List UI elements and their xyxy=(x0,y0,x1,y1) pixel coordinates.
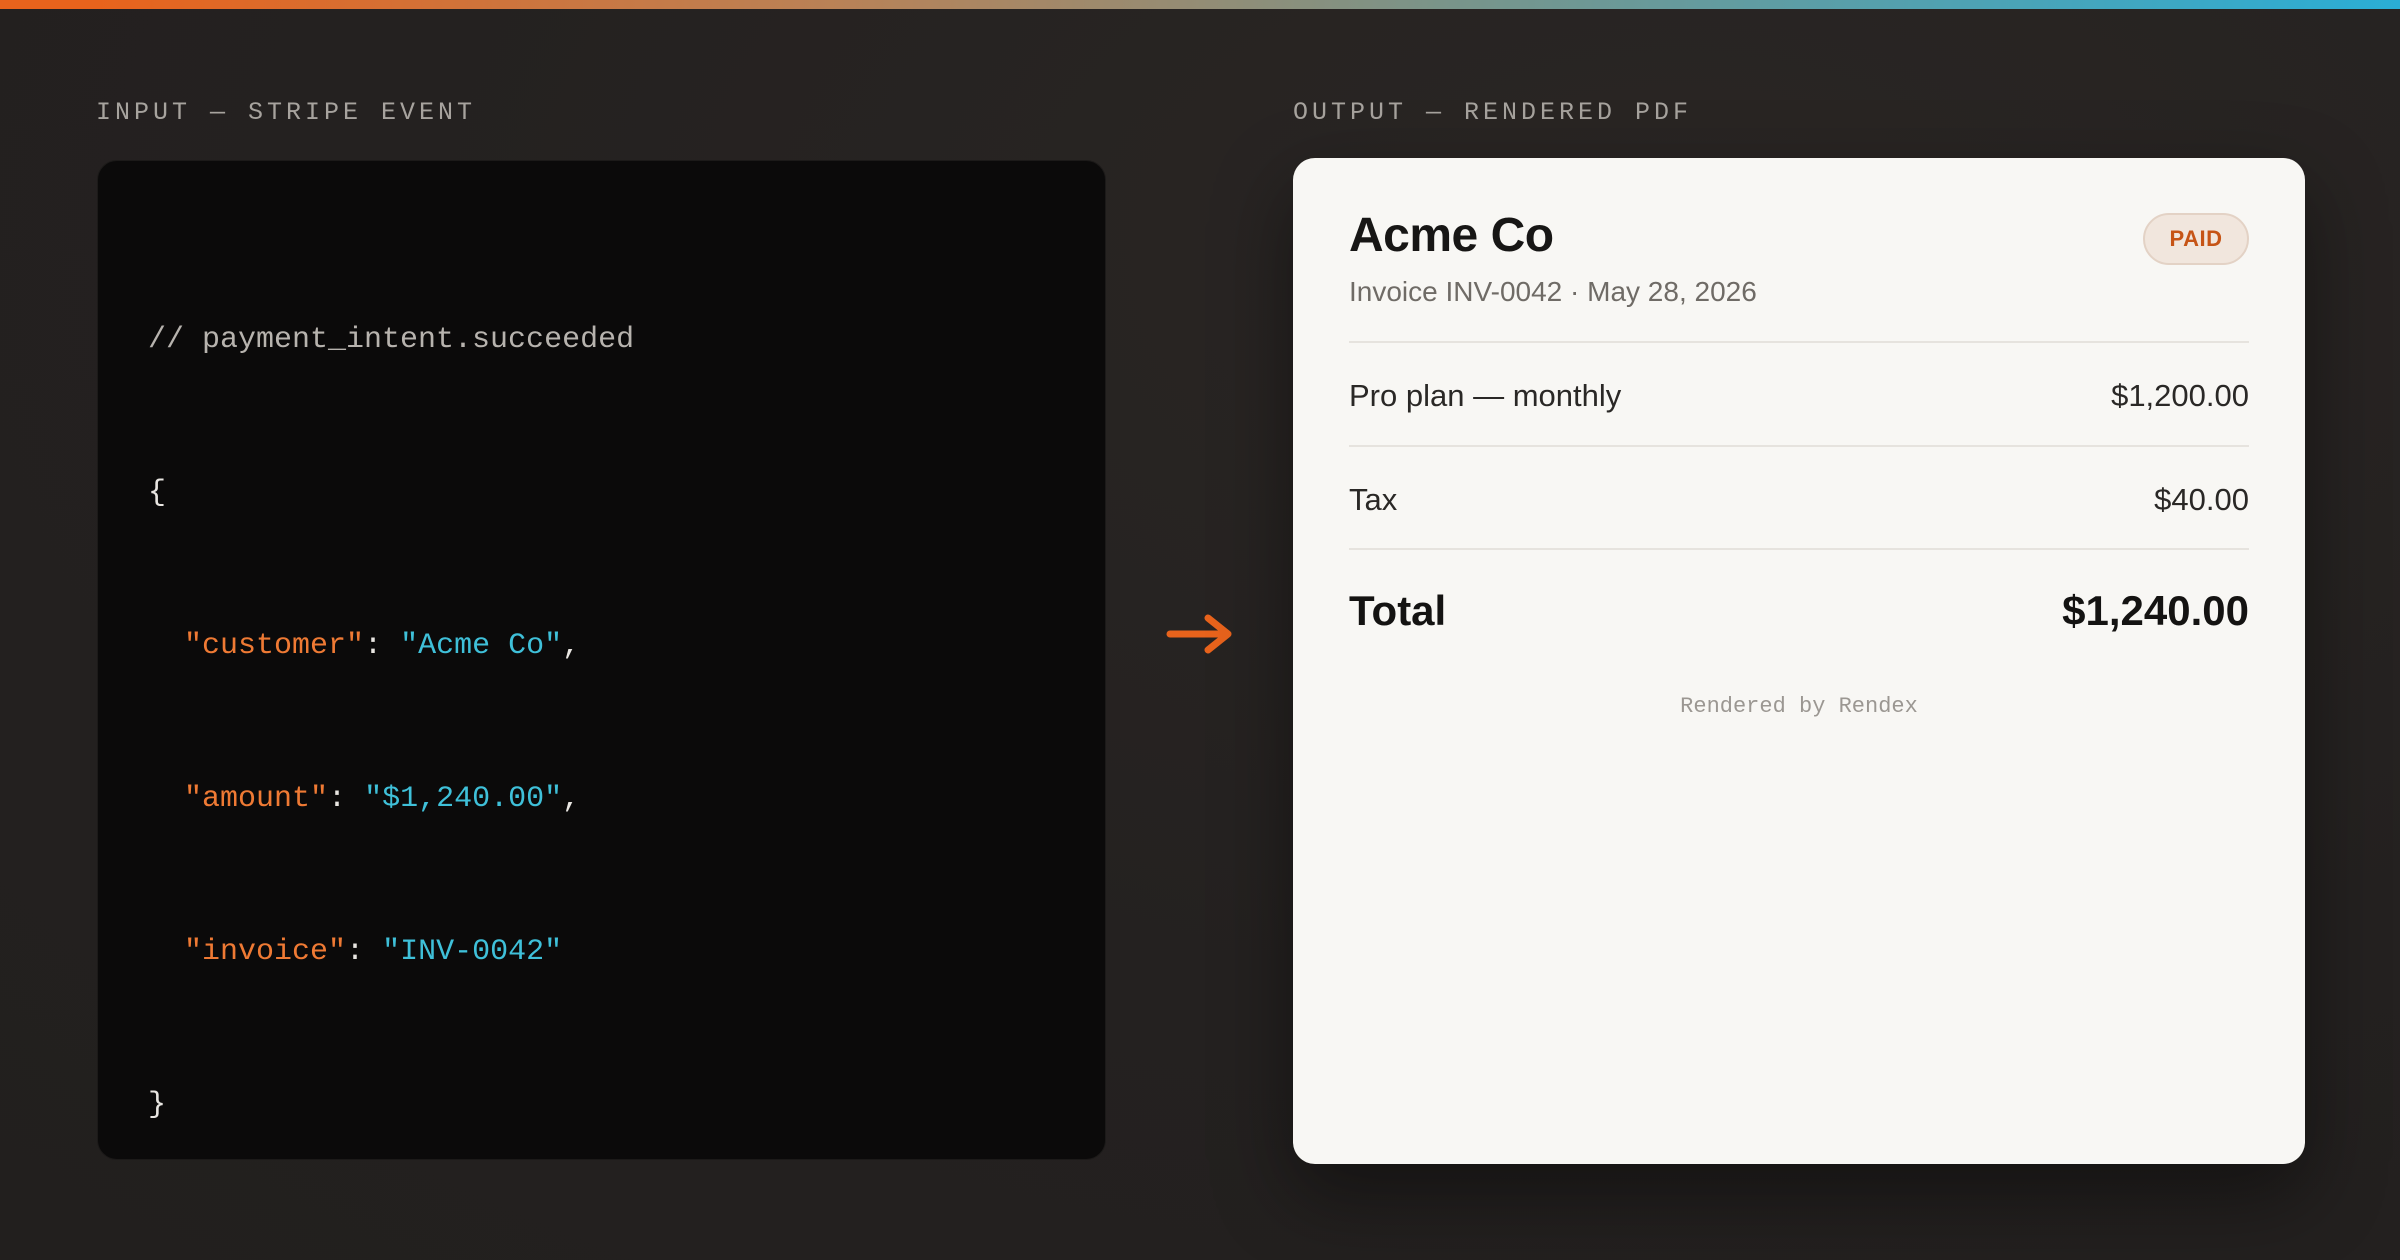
json-colon: : xyxy=(346,935,383,969)
line-item-label: Tax xyxy=(1349,482,1398,517)
json-code-block: // payment_intent.succeeded { "customer"… xyxy=(148,213,634,1233)
invoice-line-item: Tax $40.00 xyxy=(1349,470,2249,530)
json-key: "amount" xyxy=(184,782,329,816)
code-open-brace: { xyxy=(148,476,167,510)
line-item-amount: $1,200.00 xyxy=(2111,378,2249,413)
accent-gradient-bar xyxy=(0,0,2400,9)
code-panel: // payment_intent.succeeded { "customer"… xyxy=(97,160,1106,1160)
input-panel-label: INPUT — STRIPE EVENT xyxy=(96,98,477,127)
json-colon: : xyxy=(328,782,365,816)
right-arrow-icon xyxy=(1166,614,1232,654)
json-value: "INV-0042" xyxy=(382,935,563,969)
json-comma: , xyxy=(562,782,581,816)
total-amount: $1,240.00 xyxy=(2062,587,2249,634)
invoice-subtitle: Invoice INV-0042 · May 28, 2026 xyxy=(1349,276,1757,307)
json-colon: : xyxy=(364,629,401,663)
output-panel-label: OUTPUT — RENDERED PDF xyxy=(1293,98,1693,127)
invoice-total-row: Total $1,240.00 xyxy=(1349,576,2249,646)
divider xyxy=(1349,341,2249,343)
paid-status-badge: PAID xyxy=(2143,213,2249,265)
rendered-by-footer: Rendered by Rendex xyxy=(1680,694,1918,719)
json-comma: , xyxy=(562,629,581,663)
divider xyxy=(1349,445,2249,447)
divider xyxy=(1349,548,2249,550)
total-label: Total xyxy=(1349,587,1447,634)
code-field-invoice: "invoice": "INV-0042" xyxy=(148,927,634,978)
json-value: "Acme Co" xyxy=(400,629,563,663)
code-close-brace: } xyxy=(148,1088,167,1122)
code-field-customer: "customer": "Acme Co", xyxy=(148,621,634,672)
json-key: "invoice" xyxy=(184,935,347,969)
json-value: "$1,240.00" xyxy=(364,782,563,816)
invoice-company-name: Acme Co xyxy=(1349,209,1554,262)
page: INPUT — STRIPE EVENT OUTPUT — RENDERED P… xyxy=(0,0,2400,1260)
code-field-amount: "amount": "$1,240.00", xyxy=(148,774,634,825)
code-comment: // payment_intent.succeeded xyxy=(148,323,635,357)
json-key: "customer" xyxy=(184,629,365,663)
invoice-line-item: Pro plan — monthly $1,200.00 xyxy=(1349,366,2249,426)
line-item-amount: $40.00 xyxy=(2154,482,2249,517)
line-item-label: Pro plan — monthly xyxy=(1349,378,1622,413)
rendered-invoice-pdf: Acme Co Invoice INV-0042 · May 28, 2026 … xyxy=(1293,158,2305,1164)
